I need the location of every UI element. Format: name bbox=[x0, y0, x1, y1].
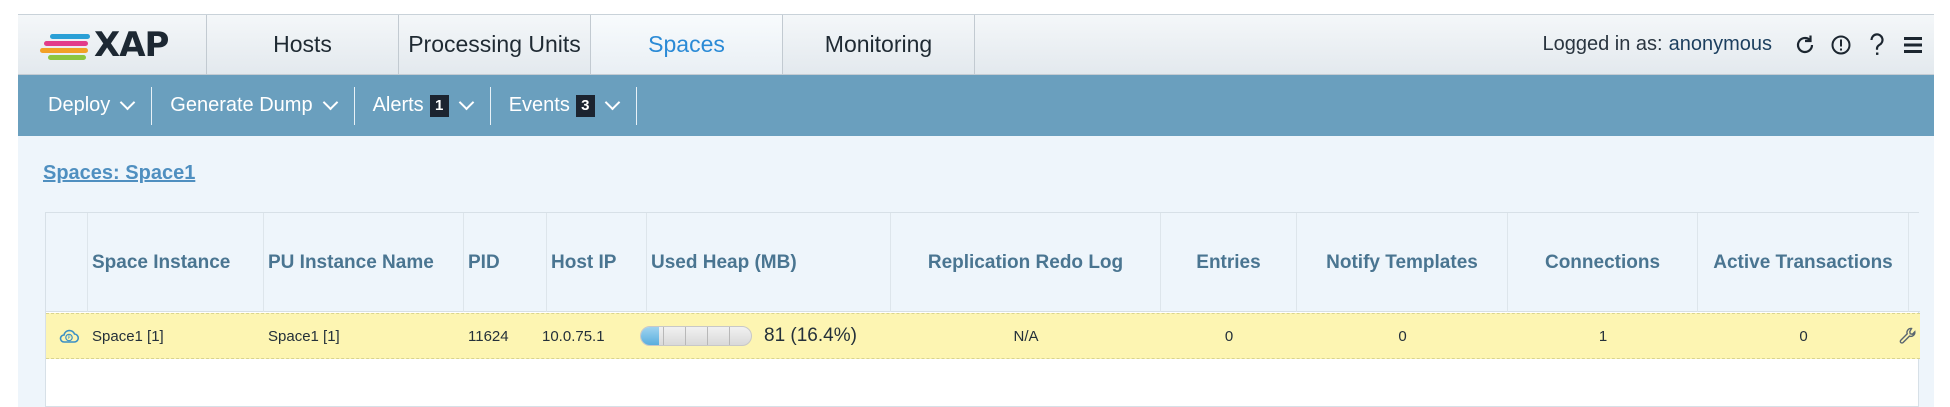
deploy-label: Deploy bbox=[48, 94, 111, 116]
header-used-heap[interactable]: Used Heap (MB) bbox=[647, 213, 891, 312]
header-replication-redo-log[interactable]: Replication Redo Log bbox=[891, 213, 1161, 312]
chevron-down-icon bbox=[119, 94, 136, 111]
alerts-dropdown[interactable]: Alerts 1 bbox=[355, 86, 491, 125]
cell-replication-redo-log: N/A bbox=[1013, 327, 1039, 345]
cell-notify-templates: 0 bbox=[1398, 327, 1407, 345]
login-prefix: Logged in as: bbox=[1542, 33, 1663, 55]
cell-space-instance: Space1 [1] bbox=[92, 327, 164, 345]
login-user: anonymous bbox=[1668, 33, 1772, 55]
space-instances-grid: Space Instance PU Instance Name PID Host… bbox=[45, 212, 1920, 407]
cell-connections: 1 bbox=[1598, 327, 1608, 345]
header-active-transactions[interactable]: Active Transactions bbox=[1698, 213, 1909, 312]
chevron-down-icon bbox=[458, 94, 474, 111]
login-status: Logged in as: anonymous bbox=[1542, 15, 1772, 74]
chevron-down-icon bbox=[604, 94, 621, 111]
tab-processing-units[interactable]: Processing Units bbox=[399, 15, 591, 74]
menu-icon[interactable] bbox=[1902, 32, 1924, 58]
header-pid[interactable]: PID bbox=[464, 213, 547, 312]
action-bar: Deploy Generate Dump Alerts 1 Events 3 bbox=[18, 75, 1934, 136]
cell-host-ip: 10.0.75.1 bbox=[542, 327, 605, 345]
tab-spaces[interactable]: Spaces bbox=[591, 15, 783, 74]
top-navigation: XAP Hosts Processing Units Spaces Monito… bbox=[18, 14, 1934, 75]
xap-logo[interactable]: XAP bbox=[18, 15, 207, 75]
cell-pu-instance-name: Space1 [1] bbox=[268, 327, 340, 345]
generate-dump-label: Generate Dump bbox=[170, 94, 313, 116]
cell-used-heap: 81 (16.4%) bbox=[636, 314, 891, 358]
header-space-instance[interactable]: Space Instance bbox=[88, 213, 264, 312]
wrench-icon[interactable] bbox=[1894, 314, 1918, 358]
header-connections[interactable]: Connections bbox=[1508, 213, 1698, 312]
header-icon-column bbox=[46, 213, 88, 312]
header-host-ip[interactable]: Host IP bbox=[547, 213, 647, 312]
help-icon[interactable] bbox=[1866, 32, 1888, 58]
events-label: Events bbox=[508, 94, 570, 116]
cell-entries: 0 bbox=[1224, 327, 1234, 345]
alerts-count-badge: 1 bbox=[429, 94, 449, 117]
header-pu-instance-name[interactable]: PU Instance Name bbox=[264, 213, 464, 312]
header-entries[interactable]: Entries bbox=[1161, 213, 1297, 312]
tab-hosts[interactable]: Hosts bbox=[207, 15, 399, 74]
grid-header: Space Instance PU Instance Name PID Host… bbox=[46, 213, 1920, 312]
logo-mark-icon bbox=[40, 29, 92, 61]
events-count-badge: 3 bbox=[575, 94, 595, 117]
tab-monitoring[interactable]: Monitoring bbox=[783, 15, 975, 74]
alerts-label: Alerts bbox=[372, 94, 424, 116]
header-notify-templates[interactable]: Notify Templates bbox=[1297, 213, 1508, 312]
used-heap-fill bbox=[641, 327, 660, 345]
used-heap-progress-bar bbox=[640, 326, 752, 346]
logo-text: XAP bbox=[94, 25, 169, 65]
alert-circle-icon[interactable] bbox=[1830, 32, 1852, 58]
table-row[interactable]: P Space1 [1] Space1 [1] 11624 10.0.75.1 … bbox=[46, 313, 1920, 359]
events-dropdown[interactable]: Events 3 bbox=[491, 86, 637, 125]
top-toolbar bbox=[1794, 15, 1934, 74]
used-heap-value: 81 (16.4%) bbox=[764, 325, 857, 346]
breadcrumb[interactable]: Spaces: Space1 bbox=[43, 162, 195, 185]
chevron-down-icon bbox=[322, 94, 338, 111]
space-icon: P bbox=[54, 314, 88, 358]
generate-dump-dropdown[interactable]: Generate Dump bbox=[152, 86, 355, 125]
svg-text:P: P bbox=[68, 335, 71, 341]
refresh-icon[interactable] bbox=[1794, 32, 1816, 58]
deploy-dropdown[interactable]: Deploy bbox=[18, 86, 153, 125]
header-actions-column bbox=[1909, 213, 1920, 312]
cell-pid: 11624 bbox=[468, 327, 509, 345]
cell-active-transactions: 0 bbox=[1799, 327, 1808, 345]
